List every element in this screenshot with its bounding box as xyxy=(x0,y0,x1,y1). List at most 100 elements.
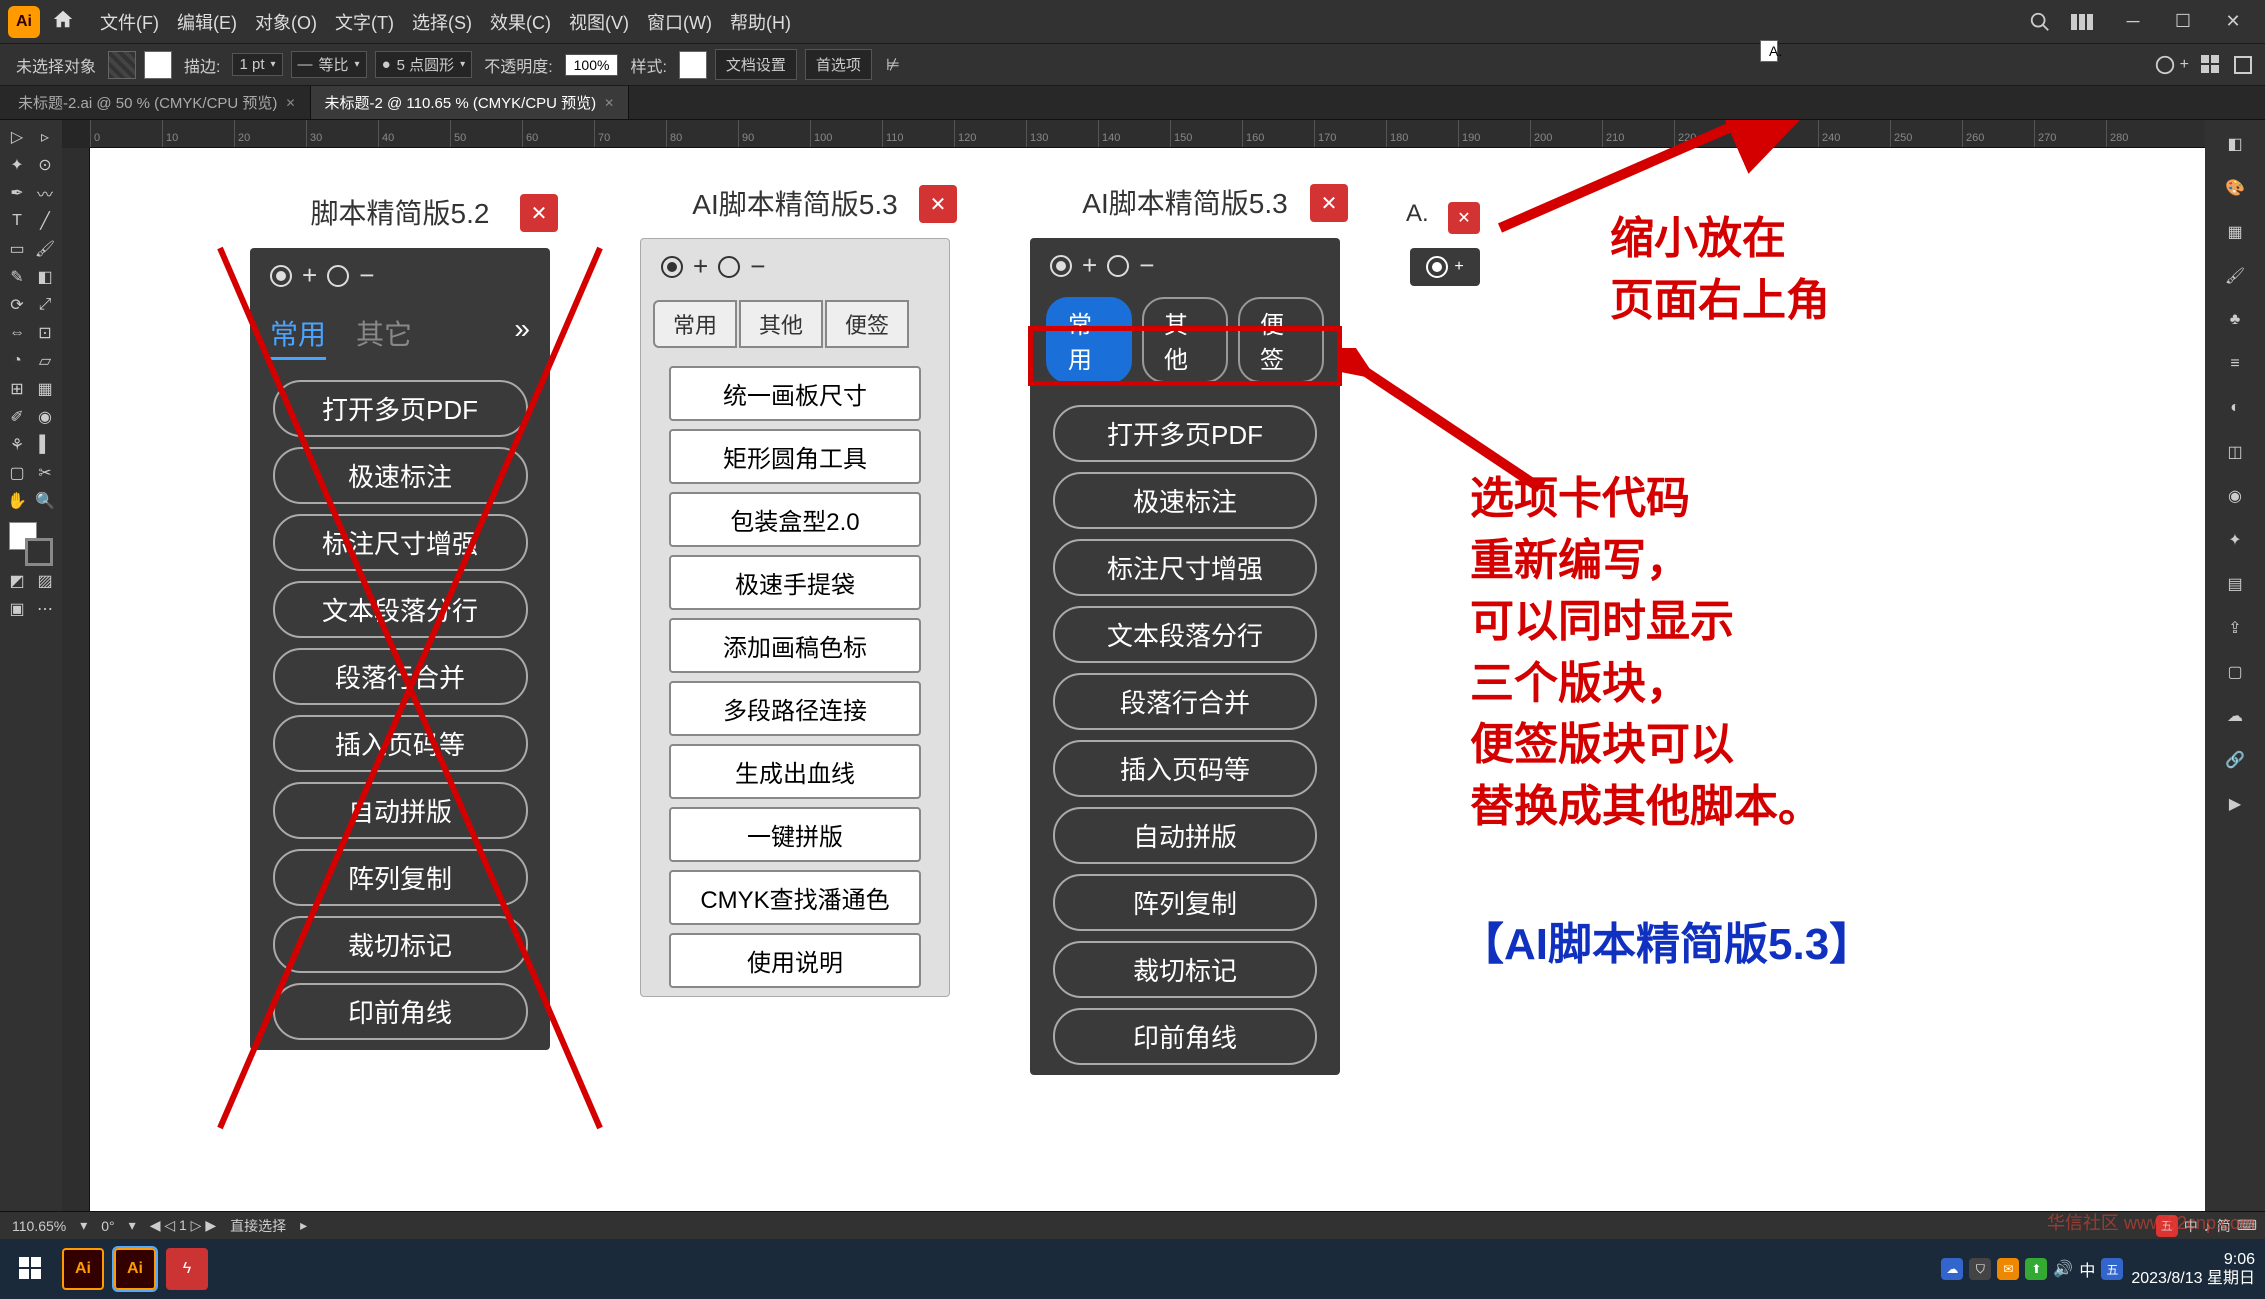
script-button[interactable]: 极速手提袋 xyxy=(669,555,922,610)
tray-icon[interactable]: ✉ xyxy=(1997,1258,2019,1280)
taskbar-app-ai[interactable]: Ai xyxy=(62,1248,104,1290)
color-mode[interactable]: ◩ xyxy=(4,568,30,594)
scale-tool[interactable]: ⤢ xyxy=(32,292,58,318)
type-tool[interactable]: T xyxy=(4,208,30,234)
script-button[interactable]: 多段路径连接 xyxy=(669,681,922,736)
style-swatch[interactable] xyxy=(679,51,707,79)
taskbar-app-ai-active[interactable]: Ai xyxy=(114,1248,156,1290)
magic-wand-tool[interactable]: ✦ xyxy=(4,152,30,178)
ime-badge[interactable]: 五 xyxy=(2101,1258,2123,1280)
minimize-button[interactable]: ─ xyxy=(2109,6,2157,38)
script-button[interactable]: 使用说明 xyxy=(669,933,922,988)
script-button[interactable]: 自动拼版 xyxy=(273,782,528,839)
home-icon[interactable] xyxy=(52,8,80,36)
fill-stroke-control[interactable] xyxy=(9,522,53,566)
radio-expand[interactable] xyxy=(661,256,683,278)
script-button[interactable]: 自动拼版 xyxy=(1053,807,1317,864)
asset-export-panel-icon[interactable]: ⇪ xyxy=(2217,610,2253,646)
blend-tool[interactable]: ◉ xyxy=(32,404,58,430)
ime-lang[interactable]: 中 xyxy=(2079,1257,2095,1281)
search-area[interactable] xyxy=(1859,8,2059,36)
pen-tool[interactable]: ✒ xyxy=(4,180,30,206)
script-button[interactable]: 段落行合并 xyxy=(273,648,528,705)
symbols-panel-icon[interactable]: ♣ xyxy=(2217,302,2253,338)
start-button[interactable] xyxy=(10,1248,52,1290)
stroke-panel-icon[interactable]: ≡ xyxy=(2217,346,2253,382)
script-button[interactable]: 添加画稿色标 xyxy=(669,618,922,673)
menu-type[interactable]: 文字(T) xyxy=(335,9,394,35)
gradient-mode[interactable]: ▨ xyxy=(32,568,58,594)
menu-object[interactable]: 对象(O) xyxy=(255,9,317,35)
stroke-square[interactable] xyxy=(25,538,53,566)
radio-collapse[interactable] xyxy=(327,265,349,287)
graphic-styles-panel-icon[interactable]: ✦ xyxy=(2217,522,2253,558)
script-button[interactable]: 印前角线 xyxy=(1053,1008,1317,1065)
script-button[interactable]: 打开多页PDF xyxy=(273,380,528,437)
slice-tool[interactable]: ✂ xyxy=(32,460,58,486)
close-button[interactable]: ✕ xyxy=(919,185,957,223)
artboard-tool[interactable]: ▢ xyxy=(4,460,30,486)
free-transform-tool[interactable]: ⊡ xyxy=(32,320,58,346)
grid-toggle-icon[interactable] xyxy=(2201,55,2221,75)
script-button[interactable]: 段落行合并 xyxy=(1053,673,1317,730)
tab-notes[interactable]: 便签 xyxy=(825,300,909,348)
tray-icon[interactable]: ⬆ xyxy=(2025,1258,2047,1280)
script-button[interactable]: 插入页码等 xyxy=(273,715,528,772)
tray-icon[interactable]: ⛉ xyxy=(1969,1258,1991,1280)
taskbar-app-other[interactable]: ϟ xyxy=(166,1248,208,1290)
script-button[interactable]: 矩形圆角工具 xyxy=(669,429,922,484)
close-button[interactable]: ✕ xyxy=(1310,184,1348,222)
panel-toggle-icon[interactable] xyxy=(2233,55,2253,75)
tab-other[interactable]: 其它 xyxy=(356,313,412,360)
pin-icon[interactable]: ⊭ xyxy=(886,55,900,75)
direct-selection-tool[interactable]: ▹ xyxy=(32,124,58,150)
radio-expand[interactable] xyxy=(270,265,292,287)
fill-swatch[interactable] xyxy=(108,51,136,79)
script-button[interactable]: 阵列复制 xyxy=(1053,874,1317,931)
brushes-panel-icon[interactable]: 🖌 xyxy=(2217,258,2253,294)
tray-icon[interactable]: ☁ xyxy=(1941,1258,1963,1280)
script-button[interactable]: 文本段落分行 xyxy=(1053,606,1317,663)
radio-expand[interactable] xyxy=(1050,255,1072,277)
uniform-dropdown[interactable]: —等比▾ xyxy=(291,51,367,78)
script-button[interactable]: 极速标注 xyxy=(1053,472,1317,529)
selection-tool[interactable]: ▷ xyxy=(4,124,30,150)
hand-tool[interactable]: ✋ xyxy=(4,488,30,514)
arrange-icon[interactable] xyxy=(2071,12,2097,32)
rotation-value[interactable]: 0° xyxy=(101,1218,114,1234)
doc-tab-1[interactable]: 未标题-2.ai @ 50 % (CMYK/CPU 预览) ✕ xyxy=(4,86,311,119)
menu-effect[interactable]: 效果(C) xyxy=(490,9,551,35)
script-button[interactable]: 一键拼版 xyxy=(669,807,922,862)
more-icon[interactable]: » xyxy=(514,313,530,360)
appearance-panel-icon[interactable]: ◉ xyxy=(2217,478,2253,514)
color-panel-icon[interactable]: 🎨 xyxy=(2217,170,2253,206)
links-panel-icon[interactable]: 🔗 xyxy=(2217,742,2253,778)
artboards-panel-icon[interactable]: ▢ xyxy=(2217,654,2253,690)
doc-tab-2[interactable]: 未标题-2 @ 110.65 % (CMYK/CPU 预览) ✕ xyxy=(311,86,630,119)
script-button[interactable]: 插入页码等 xyxy=(1053,740,1317,797)
line-tool[interactable]: ╱ xyxy=(32,208,58,234)
taskbar-clock[interactable]: 9:06 2023/8/13 星期日 xyxy=(2131,1250,2255,1288)
actions-panel-icon[interactable]: ▶ xyxy=(2217,786,2253,822)
tab-common[interactable]: 常用 xyxy=(653,300,737,348)
menu-select[interactable]: 选择(S) xyxy=(412,9,472,35)
gradient-tool[interactable]: ▦ xyxy=(32,376,58,402)
shaper-tool[interactable]: ✎ xyxy=(4,264,30,290)
zoom-tool[interactable]: 🔍 xyxy=(32,488,58,514)
opacity-input[interactable]: 100% xyxy=(565,54,619,76)
close-button[interactable]: ✕ xyxy=(2209,6,2257,38)
close-icon[interactable]: ✕ xyxy=(604,96,614,110)
script-button[interactable]: 阵列复制 xyxy=(273,849,528,906)
zoom-value[interactable]: 110.65% xyxy=(12,1218,66,1234)
tab-common[interactable]: 常用 xyxy=(270,313,326,360)
swatches-panel-icon[interactable]: ▦ xyxy=(2217,214,2253,250)
artboard-nav[interactable]: ◀ ◁ 1 ▷ ▶ xyxy=(150,1217,216,1234)
lasso-tool[interactable]: ⊙ xyxy=(32,152,58,178)
menu-file[interactable]: 文件(F) xyxy=(100,9,159,35)
close-icon[interactable]: ✕ xyxy=(285,96,295,110)
menu-view[interactable]: 视图(V) xyxy=(569,9,629,35)
script-button[interactable]: 印前角线 xyxy=(273,983,528,1040)
script-button[interactable]: 包装盒型2.0 xyxy=(669,492,922,547)
tray-volume-icon[interactable]: 🔊 xyxy=(2053,1259,2073,1279)
curvature-tool[interactable]: 〰 xyxy=(32,180,58,206)
